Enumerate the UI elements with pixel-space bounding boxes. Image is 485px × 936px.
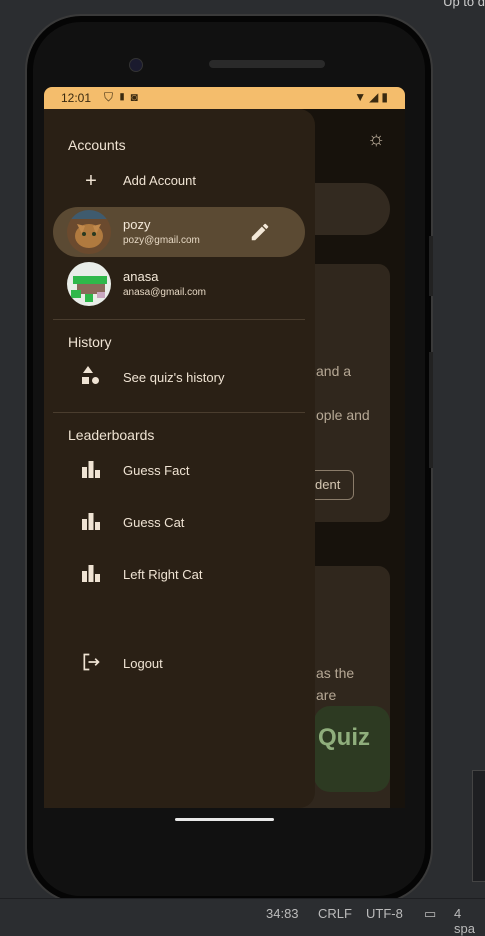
- divider: [53, 412, 305, 413]
- camera-icon: [129, 58, 143, 72]
- account-item-anasa[interactable]: anasa anasa@gmail.com: [53, 259, 305, 309]
- quiz-fab-label: Quiz: [318, 724, 370, 751]
- quiz-fab-button[interactable]: Quiz: [314, 706, 390, 792]
- leaderboard-item-guess-cat[interactable]: Guess Cat: [53, 498, 305, 548]
- home-indicator[interactable]: [175, 818, 274, 821]
- leaderboard-item-guess-fact[interactable]: Guess Fact: [53, 446, 305, 496]
- add-account-button[interactable]: + Add Account: [53, 156, 305, 206]
- ide-top-bar: Up to d: [0, 0, 485, 12]
- account-name: anasa: [123, 269, 159, 284]
- account-name: pozy: [123, 217, 151, 232]
- volume-button[interactable]: [429, 236, 433, 296]
- card-text: are: [316, 687, 337, 703]
- status-time: 12:01: [61, 91, 92, 105]
- card-text: ople and: [316, 407, 370, 423]
- shapes-icon: [79, 366, 103, 390]
- avatar: [67, 210, 111, 254]
- section-title-leaderboards: Leaderboards: [68, 427, 155, 443]
- history-item[interactable]: See quiz's history: [53, 353, 305, 403]
- section-title-history: History: [68, 334, 112, 350]
- ide-status-bar: 34:83 CRLF UTF-8 ▭ 4 spa: [0, 898, 485, 936]
- logout-button[interactable]: Logout: [53, 639, 305, 689]
- navigation-drawer: Accounts + Add Account pozy pozy@gmail.c…: [44, 109, 315, 808]
- leaderboard-item-left-right-cat[interactable]: Left Right Cat: [53, 550, 305, 600]
- leaderboard-label: Guess Cat: [123, 515, 185, 530]
- avatar: [67, 262, 111, 306]
- power-button[interactable]: [429, 352, 433, 468]
- leaderboard-label: Left Right Cat: [123, 567, 203, 582]
- account-item-pozy[interactable]: pozy pozy@gmail.com: [53, 207, 305, 257]
- line-endings[interactable]: CRLF: [318, 906, 352, 921]
- edit-icon[interactable]: [249, 221, 271, 243]
- logout-icon: [79, 652, 103, 676]
- theme-toggle-icon[interactable]: ☼: [367, 128, 385, 151]
- file-encoding[interactable]: UTF-8: [366, 906, 403, 921]
- leaderboard-label: Guess Fact: [123, 463, 190, 478]
- speaker-grille: [209, 60, 325, 68]
- notification-icons: ⛉▮◙: [104, 90, 142, 104]
- card-text: and a: [316, 363, 352, 379]
- card-text: as the: [316, 665, 355, 681]
- leaderboard-icon: [79, 511, 103, 535]
- plus-icon: +: [85, 170, 97, 192]
- cursor-position[interactable]: 34:83: [266, 906, 299, 921]
- system-icons: ▼◢▮: [354, 90, 391, 104]
- card-button-label: dent: [315, 477, 341, 492]
- android-status-bar: 12:01 ⛉▮◙ ▼◢▮: [44, 87, 405, 109]
- logout-label: Logout: [123, 656, 163, 671]
- add-account-label: Add Account: [123, 173, 196, 188]
- section-title-accounts: Accounts: [68, 137, 126, 153]
- leaderboard-icon: [79, 563, 103, 587]
- comment-icon[interactable]: ▭: [424, 906, 436, 922]
- ide-side-panel: [472, 770, 485, 882]
- ide-top-text: Up to d: [443, 0, 485, 9]
- account-email: pozy@gmail.com: [123, 235, 200, 246]
- history-label: See quiz's history: [123, 370, 225, 385]
- divider: [53, 319, 305, 320]
- account-email: anasa@gmail.com: [123, 287, 206, 298]
- phone-screen: 12:01 ⛉▮◙ ▼◢▮ ☼ and a ople and dent as t…: [44, 87, 405, 808]
- indent-setting[interactable]: 4 spa: [454, 906, 485, 936]
- leaderboard-icon: [79, 459, 103, 483]
